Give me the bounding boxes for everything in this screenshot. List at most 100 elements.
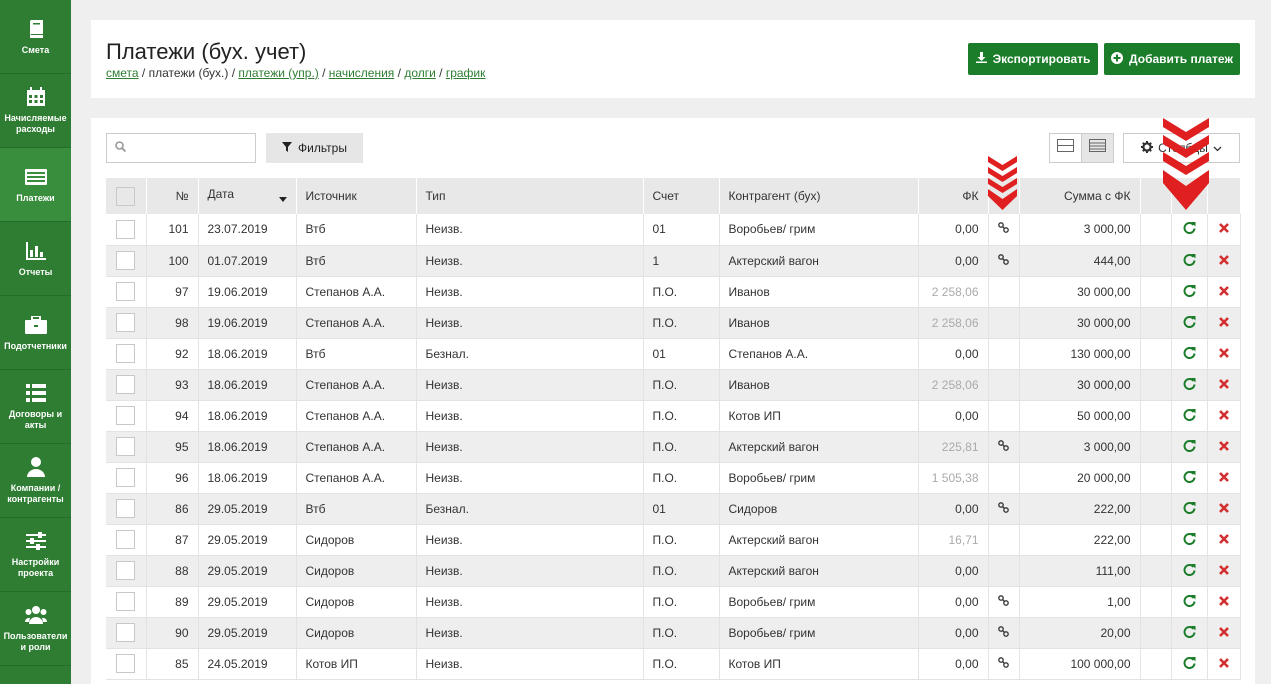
breadcrumb-link-debts[interactable]: долги (404, 66, 436, 80)
filters-button[interactable]: Фильтры (266, 133, 363, 163)
sidebar-item-project-settings[interactable]: Настройки проекта (0, 518, 71, 592)
link-icon[interactable] (998, 253, 1009, 268)
link-icon[interactable] (998, 656, 1009, 671)
refresh-icon[interactable] (1183, 594, 1196, 610)
table-row[interactable]: 98 19.06.2019 Степанов А.А. Неизв. П.О. Ивано… (106, 307, 1241, 339)
table-row[interactable]: 87 29.05.2019 Сидоров Неизв. П.О. Актерский в… (106, 524, 1241, 556)
breadcrumb-link-schedule[interactable]: график (446, 66, 486, 80)
row-checkbox[interactable] (116, 654, 136, 673)
refresh-icon[interactable] (1183, 656, 1196, 672)
table-row[interactable]: 85 24.05.2019 Котов ИП Неизв. П.О. Котов ИП 0,… (106, 648, 1241, 680)
sidebar-item-companies[interactable]: Компании / контрагенты (0, 444, 71, 518)
row-checkbox[interactable] (116, 561, 136, 580)
delete-icon[interactable] (1218, 533, 1229, 547)
row-checkbox[interactable] (116, 437, 136, 456)
delete-icon[interactable] (1218, 285, 1229, 299)
view-dense-button[interactable] (1081, 133, 1114, 163)
cell-fk: 0,00 (918, 648, 989, 680)
link-icon[interactable] (998, 222, 1009, 236)
row-checkbox[interactable] (116, 219, 136, 239)
table-row[interactable]: 90 29.05.2019 Сидоров Неизв. П.О. Воробьев/ г… (106, 617, 1241, 649)
refresh-icon[interactable] (1183, 315, 1196, 331)
row-checkbox[interactable] (116, 468, 136, 487)
sidebar-item-contracts[interactable]: Договоры и акты (0, 370, 71, 444)
table-row[interactable]: 101 23.07.2019 Втб Неизв. 01 Воробьев/ грим 0,… (106, 214, 1241, 246)
column-header-counterparty[interactable]: Контрагент (бух) (719, 178, 919, 214)
delete-icon[interactable] (1218, 471, 1229, 485)
sidebar-item-accountable-persons[interactable]: Подотчетники (0, 296, 71, 370)
delete-icon[interactable] (1218, 502, 1229, 516)
refresh-icon[interactable] (1183, 222, 1196, 237)
export-button[interactable]: Экспортировать (968, 43, 1098, 75)
row-checkbox[interactable] (116, 375, 136, 394)
row-checkbox[interactable] (116, 499, 136, 518)
sidebar-item-smeta[interactable]: Смета (0, 0, 71, 74)
column-header-account[interactable]: Счет (643, 178, 720, 214)
link-icon[interactable] (998, 439, 1009, 454)
refresh-icon[interactable] (1183, 439, 1196, 455)
link-icon[interactable] (998, 625, 1009, 640)
delete-icon[interactable] (1218, 626, 1229, 640)
delete-icon[interactable] (1218, 222, 1229, 236)
refresh-icon[interactable] (1183, 532, 1196, 548)
column-header-number[interactable]: № (146, 178, 199, 214)
refresh-icon[interactable] (1183, 408, 1196, 424)
row-checkbox[interactable] (116, 282, 136, 301)
column-header-sum[interactable]: Сумма с ФК (1019, 178, 1141, 214)
row-checkbox[interactable] (116, 623, 136, 642)
delete-icon[interactable] (1218, 440, 1229, 454)
refresh-icon[interactable] (1183, 470, 1196, 486)
add-payment-button[interactable]: Добавить платеж (1104, 43, 1240, 75)
link-icon[interactable] (998, 594, 1009, 609)
delete-icon[interactable] (1218, 347, 1229, 361)
table-row[interactable]: 88 29.05.2019 Сидоров Неизв. П.О. Актерский в… (106, 555, 1241, 587)
delete-icon[interactable] (1218, 254, 1229, 268)
view-compact-button[interactable] (1049, 133, 1082, 163)
table-row[interactable]: 95 18.06.2019 Степанов А.А. Неизв. П.О. Актер… (106, 431, 1241, 463)
delete-icon[interactable] (1218, 316, 1229, 330)
delete-icon[interactable] (1218, 378, 1229, 392)
refresh-icon[interactable] (1183, 501, 1196, 517)
table-row[interactable]: 86 29.05.2019 Втб Безнал. 01 Сидоров 0,00 222,0… (106, 493, 1241, 525)
refresh-icon[interactable] (1183, 625, 1196, 641)
column-header-fk[interactable]: ФК (918, 178, 989, 214)
column-header-date[interactable]: Дата (198, 178, 297, 214)
breadcrumb-link-payments-upr[interactable]: платежи (упр.) (238, 66, 318, 80)
sidebar-item-reports[interactable]: Отчеты (0, 222, 71, 296)
row-checkbox[interactable] (116, 251, 136, 270)
select-all-checkbox[interactable] (116, 186, 136, 206)
delete-icon[interactable] (1218, 657, 1229, 671)
row-checkbox[interactable] (116, 592, 136, 611)
refresh-icon[interactable] (1183, 253, 1196, 269)
row-checkbox[interactable] (116, 530, 136, 549)
refresh-icon[interactable] (1183, 346, 1196, 362)
link-icon[interactable] (998, 501, 1009, 516)
refresh-icon[interactable] (1183, 377, 1196, 393)
column-header-source[interactable]: Источник (296, 178, 417, 214)
cell-number: 89 (146, 586, 199, 618)
sidebar-item-payments[interactable]: Платежи (0, 148, 71, 222)
breadcrumb-link-smeta[interactable]: смета (106, 66, 139, 80)
column-header-type[interactable]: Тип (416, 178, 644, 214)
refresh-icon[interactable] (1183, 284, 1196, 300)
delete-icon[interactable] (1218, 595, 1229, 609)
search-box[interactable] (106, 133, 256, 163)
row-checkbox[interactable] (116, 406, 136, 425)
sidebar-item-accrued-expenses[interactable]: Начисляемые расходы (0, 74, 71, 148)
row-checkbox[interactable] (116, 313, 136, 332)
sidebar-item-users-roles[interactable]: Пользователи и роли (0, 592, 71, 666)
row-checkbox[interactable] (116, 344, 136, 363)
table-row[interactable]: 89 29.05.2019 Сидоров Неизв. П.О. Воробьев/ г… (106, 586, 1241, 618)
table-row[interactable]: 100 01.07.2019 Втб Неизв. 1 Актерский вагон 0,… (106, 245, 1241, 277)
breadcrumb-link-accruals[interactable]: начисления (329, 66, 395, 80)
table-row[interactable]: 94 18.06.2019 Степанов А.А. Неизв. П.О. Котов… (106, 400, 1241, 432)
cell-sum: 3 000,00 (1019, 431, 1141, 463)
table-row[interactable]: 96 18.06.2019 Степанов А.А. Неизв. П.О. Вороб… (106, 462, 1241, 494)
table-row[interactable]: 97 19.06.2019 Степанов А.А. Неизв. П.О. Ивано… (106, 276, 1241, 308)
search-input[interactable] (132, 141, 252, 155)
delete-icon[interactable] (1218, 409, 1229, 423)
delete-icon[interactable] (1218, 564, 1229, 578)
refresh-icon[interactable] (1183, 563, 1196, 579)
table-row[interactable]: 93 18.06.2019 Степанов А.А. Неизв. П.О. Ивано… (106, 369, 1241, 401)
table-row[interactable]: 92 18.06.2019 Втб Безнал. 01 Степанов А.А. 0,0… (106, 338, 1241, 370)
